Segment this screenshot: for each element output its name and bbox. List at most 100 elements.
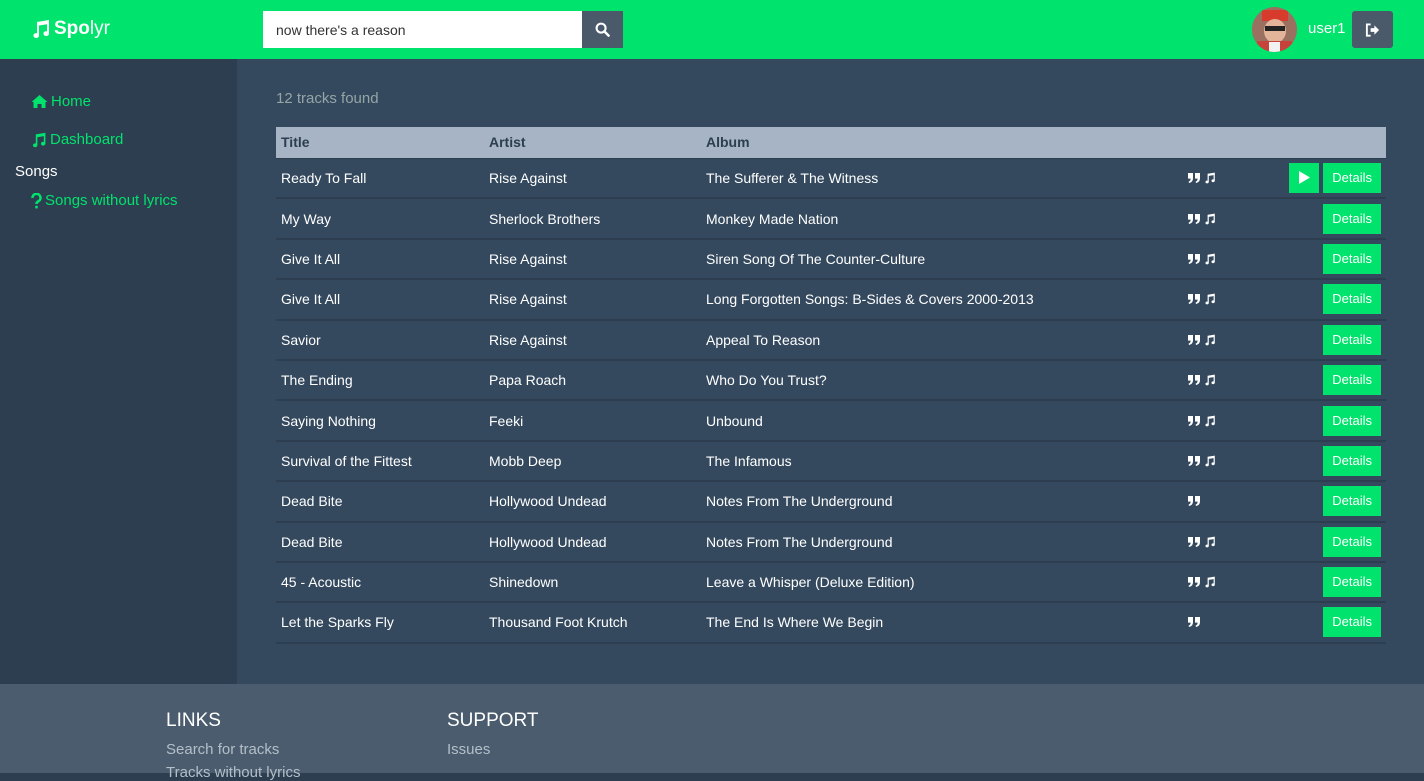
sidebar-item-label: Home xyxy=(51,93,92,110)
track-artist: Rise Against xyxy=(484,158,701,200)
user-avatar[interactable] xyxy=(1252,7,1297,52)
sidebar-item-dashboard[interactable]: Dashboard xyxy=(31,131,123,148)
details-button[interactable]: Details xyxy=(1323,324,1381,355)
track-artist: Rise Against xyxy=(484,279,701,321)
details-button[interactable]: Details xyxy=(1323,607,1381,638)
track-artist: Hollywood Undead xyxy=(484,521,701,563)
quote-icon xyxy=(1188,415,1200,426)
avatar-image xyxy=(1252,7,1297,52)
track-album: Unbound xyxy=(701,400,1183,442)
logout-button[interactable] xyxy=(1352,11,1393,48)
track-title: Give It All xyxy=(276,238,484,281)
track-status-icons xyxy=(1183,319,1230,361)
track-actions: Details xyxy=(1230,279,1386,321)
details-button[interactable]: Details xyxy=(1323,567,1381,598)
music-icon xyxy=(1205,172,1215,184)
details-button[interactable]: Details xyxy=(1323,365,1381,396)
track-artist: Shinedown xyxy=(484,561,701,604)
footer-link-issues[interactable]: Issues xyxy=(447,741,490,758)
track-status-icons xyxy=(1183,198,1230,240)
music-icon xyxy=(33,20,50,39)
search-input[interactable] xyxy=(263,11,582,48)
track-title: My Way xyxy=(276,198,484,240)
track-actions: Details xyxy=(1230,440,1386,483)
quote-icon xyxy=(1188,536,1200,547)
track-status-icons xyxy=(1183,440,1230,483)
quote-icon xyxy=(1188,294,1200,305)
brand-logo[interactable]: Spo lyr xyxy=(31,18,110,40)
details-button[interactable]: Details xyxy=(1323,162,1381,193)
search-button[interactable] xyxy=(582,11,623,48)
music-icon xyxy=(1205,455,1215,467)
table-row: Ready To Fall Rise Against The Sufferer & … xyxy=(276,158,1386,200)
play-button[interactable] xyxy=(1289,162,1320,193)
sign-out-icon xyxy=(1365,22,1380,37)
details-button[interactable]: Details xyxy=(1323,526,1381,557)
quote-icon xyxy=(1188,496,1200,507)
track-actions: Details xyxy=(1230,158,1386,200)
track-actions: Details xyxy=(1230,319,1386,361)
sidebar: Home Dashboard Songs Songs without lyric… xyxy=(0,59,237,684)
track-actions: Details xyxy=(1230,561,1386,604)
track-actions: Details xyxy=(1230,481,1386,523)
track-artist: Mobb Deep xyxy=(484,440,701,483)
track-title: The Ending xyxy=(276,359,484,402)
track-album: Notes From The Underground xyxy=(701,481,1183,523)
quote-icon xyxy=(1188,617,1200,628)
quote-icon xyxy=(1188,253,1200,264)
details-button[interactable]: Details xyxy=(1323,445,1381,476)
table-row: Let the Sparks Fly Thousand Foot Krutch Th… xyxy=(276,602,1386,644)
track-status-icons xyxy=(1183,481,1230,523)
quote-icon xyxy=(1188,455,1200,466)
music-icon xyxy=(1205,374,1215,386)
track-status-icons xyxy=(1183,359,1230,402)
track-status-icons xyxy=(1183,279,1230,321)
quote-icon xyxy=(1188,334,1200,345)
table-row: Give It All Rise Against Long Forgotten So… xyxy=(276,279,1386,321)
details-button[interactable]: Details xyxy=(1323,243,1381,274)
track-album: Siren Song Of The Counter-Culture xyxy=(701,238,1183,281)
track-album: Leave a Whisper (Deluxe Edition) xyxy=(701,561,1183,604)
home-icon xyxy=(31,95,48,108)
brand-name-part2: lyr xyxy=(89,18,110,39)
column-header-actions xyxy=(1230,127,1386,159)
music-icon xyxy=(1205,415,1215,426)
music-icon xyxy=(1205,293,1215,305)
track-album: Notes From The Underground xyxy=(701,521,1183,563)
track-album: The Infamous xyxy=(701,440,1183,483)
track-title: Dead Bite xyxy=(276,481,484,523)
table-row: Give It All Rise Against Siren Song Of The… xyxy=(276,238,1386,281)
music-icon xyxy=(1205,253,1215,265)
music-icon xyxy=(1205,536,1215,548)
quote-icon xyxy=(1188,172,1200,183)
sidebar-item-songs-without-lyrics[interactable]: Songs without lyrics xyxy=(31,192,178,209)
tracks-table-body: Ready To Fall Rise Against The Sufferer & … xyxy=(276,158,1386,644)
track-artist: Hollywood Undead xyxy=(484,481,701,523)
quote-icon xyxy=(1188,375,1200,386)
track-album: The Sufferer & The Witness xyxy=(701,158,1183,200)
table-row: Dead Bite Hollywood Undead Notes From The … xyxy=(276,481,1386,523)
track-album: Monkey Made Nation xyxy=(701,198,1183,240)
results-summary: 12 tracks found xyxy=(276,90,379,107)
track-status-icons xyxy=(1183,158,1230,200)
table-row: 45 - Acoustic Shinedown Leave a Whisper (D… xyxy=(276,561,1386,604)
details-button[interactable]: Details xyxy=(1323,486,1381,517)
details-button[interactable]: Details xyxy=(1323,405,1381,436)
sidebar-heading-songs: Songs xyxy=(15,163,58,180)
quote-icon xyxy=(1188,213,1200,224)
footer-link-search-tracks[interactable]: Search for tracks xyxy=(166,741,279,758)
quote-icon xyxy=(1188,577,1200,588)
username-label[interactable]: user1 xyxy=(1308,20,1346,37)
track-actions: Details xyxy=(1230,198,1386,240)
sidebar-item-label: Dashboard xyxy=(50,131,124,148)
sidebar-item-home[interactable]: Home xyxy=(31,93,91,110)
details-button[interactable]: Details xyxy=(1323,203,1381,234)
track-status-icons xyxy=(1183,602,1230,644)
play-icon xyxy=(1298,171,1310,185)
details-button[interactable]: Details xyxy=(1323,284,1381,315)
track-title: Survival of the Fittest xyxy=(276,440,484,483)
track-title: Give It All xyxy=(276,279,484,321)
footer-support-heading: SUPPORT xyxy=(447,710,539,731)
music-icon xyxy=(1205,213,1215,224)
track-title: Saying Nothing xyxy=(276,400,484,442)
